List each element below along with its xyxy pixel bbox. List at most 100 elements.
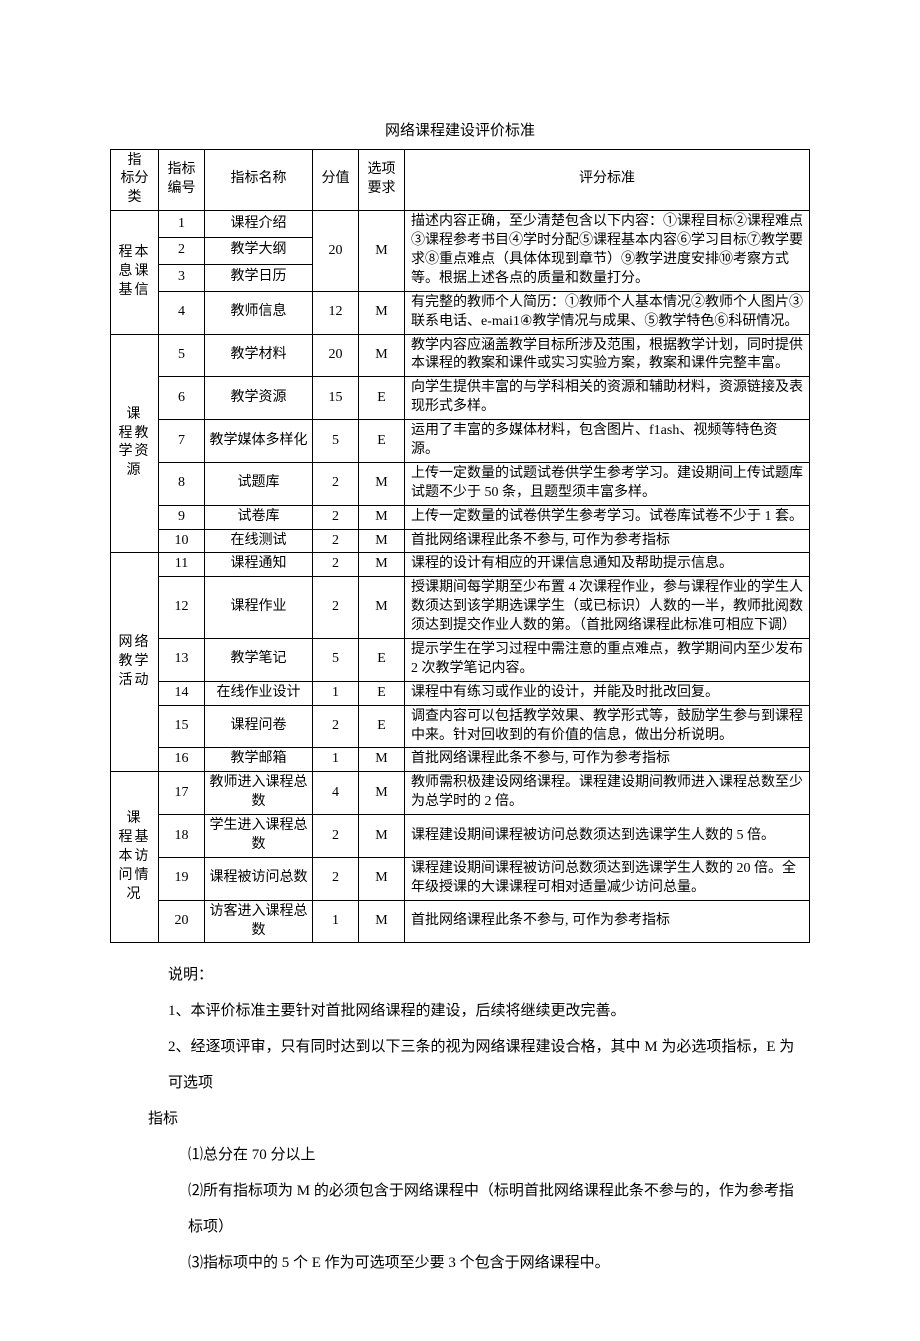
criteria-cell: 上传一定数量的试题试卷供学生参考学习。建设期间上传试题库试题不少于 50 条，且… (405, 462, 810, 505)
name-cell: 教师信息 (205, 291, 313, 334)
num-cell: 17 (159, 772, 205, 815)
opt-cell: M (359, 462, 405, 505)
score-cell: 2 (313, 705, 359, 748)
col-score: 分值 (313, 149, 359, 211)
num-cell: 10 (159, 529, 205, 553)
opt-cell: E (359, 681, 405, 705)
table-row: 13教学笔记5E提示学生在学习过程中需注意的重点难点，教学期间内至少发布 2 次… (111, 638, 810, 681)
num-cell: 16 (159, 748, 205, 772)
score-cell: 1 (313, 748, 359, 772)
criteria-cell: 提示学生在学习过程中需注意的重点难点，教学期间内至少发布 2 次教学笔记内容。 (405, 638, 810, 681)
num-cell: 1 (159, 211, 205, 238)
criteria-cell: 运用了丰富的多媒体材料，包含图片、f1ash、视频等特色资源。 (405, 420, 810, 463)
name-cell: 教师进入课程总数 (205, 772, 313, 815)
opt-cell: M (359, 334, 405, 377)
criteria-cell: 首批网络课程此条不参与, 可作为参考指标 (405, 529, 810, 553)
criteria-cell: 课程建设期间课程被访问总数须达到选课学生人数的 20 倍。全年级授课的大课课程可… (405, 857, 810, 900)
category-cell: 网络教学活动 (111, 553, 159, 772)
table-row: 9试卷库2M上传一定数量的试卷供学生参考学习。试卷库试卷不少于 1 套。 (111, 505, 810, 529)
score-cell: 4 (313, 772, 359, 815)
opt-cell: M (359, 857, 405, 900)
name-cell: 课程作业 (205, 577, 313, 639)
score-cell: 2 (313, 815, 359, 858)
num-cell: 9 (159, 505, 205, 529)
note-sub: ⑶指标项中的 5 个 E 作为可选项至少要 3 个包含于网络课程中。 (168, 1245, 800, 1281)
name-cell: 教学资源 (205, 377, 313, 420)
num-cell: 13 (159, 638, 205, 681)
opt-cell: E (359, 420, 405, 463)
table-row: 课 程基本访问情况17教师进入课程总数4M教师需积极建设网络课程。课程建设期间教… (111, 772, 810, 815)
score-cell: 20 (313, 211, 359, 292)
note-sub: ⑴总分在 70 分以上 (168, 1137, 800, 1173)
table-row: 12课程作业2M授课期间每学期至少布置 4 次课程作业，参与课程作业的学生人数须… (111, 577, 810, 639)
table-row: 19课程被访问总数2M课程建设期间课程被访问总数须达到选课学生人数的 20 倍。… (111, 857, 810, 900)
table-row: 15课程问卷2E调查内容可以包括教学效果、教学形式等，鼓励学生参与到课程中来。针… (111, 705, 810, 748)
criteria-cell: 课程建设期间课程被访问总数须达到选课学生人数的 5 倍。 (405, 815, 810, 858)
name-cell: 教学材料 (205, 334, 313, 377)
page-title: 网络课程建设评价标准 (110, 120, 810, 143)
opt-cell: E (359, 377, 405, 420)
note-line-continuation: 指标 (148, 1101, 800, 1137)
opt-cell: M (359, 748, 405, 772)
category-cell: 程本息课基信 (111, 211, 159, 334)
num-cell: 4 (159, 291, 205, 334)
category-cell: 课 程教学资源 (111, 334, 159, 553)
standards-table: 指 标分类 指标编号 指标名称 分值 选项要求 评分标准 程本息课基信1课程介绍… (110, 149, 810, 944)
notes-section: 说明： 1、本评价标准主要针对首批网络课程的建设，后续将继续更改完善。 2、经逐… (110, 957, 810, 1281)
criteria-cell: 首批网络课程此条不参与, 可作为参考指标 (405, 748, 810, 772)
col-num: 指标编号 (159, 149, 205, 211)
opt-cell: E (359, 638, 405, 681)
criteria-cell: 课程中有练习或作业的设计，并能及时批改回复。 (405, 681, 810, 705)
score-cell: 2 (313, 529, 359, 553)
table-row: 6教学资源15E向学生提供丰富的与学科相关的资源和辅助材料，资源链接及表现形式多… (111, 377, 810, 420)
num-cell: 14 (159, 681, 205, 705)
table-row: 7教学媒体多样化5E运用了丰富的多媒体材料，包含图片、f1ash、视频等特色资源… (111, 420, 810, 463)
table-row: 14在线作业设计1E课程中有练习或作业的设计，并能及时批改回复。 (111, 681, 810, 705)
name-cell: 教学邮箱 (205, 748, 313, 772)
name-cell: 课程介绍 (205, 211, 313, 238)
criteria-cell: 教师需积极建设网络课程。课程建设期间教师进入课程总数至少为总学时的 2 倍。 (405, 772, 810, 815)
table-header-row: 指 标分类 指标编号 指标名称 分值 选项要求 评分标准 (111, 149, 810, 211)
score-cell: 5 (313, 420, 359, 463)
score-cell: 2 (313, 577, 359, 639)
num-cell: 2 (159, 238, 205, 265)
opt-cell: M (359, 815, 405, 858)
score-cell: 2 (313, 505, 359, 529)
table-row: 16教学邮箱1M首批网络课程此条不参与, 可作为参考指标 (111, 748, 810, 772)
score-cell: 15 (313, 377, 359, 420)
num-cell: 7 (159, 420, 205, 463)
table-row: 20访客进入课程总数1M首批网络课程此条不参与, 可作为参考指标 (111, 900, 810, 943)
name-cell: 课程被访问总数 (205, 857, 313, 900)
opt-cell: M (359, 900, 405, 943)
criteria-cell: 首批网络课程此条不参与, 可作为参考指标 (405, 900, 810, 943)
name-cell: 试题库 (205, 462, 313, 505)
name-cell: 教学日历 (205, 264, 313, 291)
opt-cell: M (359, 291, 405, 334)
table-row: 4教师信息12M有完整的教师个人简历：①教师个人基本情况②教师个人图片③联系电话… (111, 291, 810, 334)
criteria-cell: 课程的设计有相应的开课信息通知及帮助提示信息。 (405, 553, 810, 577)
num-cell: 19 (159, 857, 205, 900)
name-cell: 课程通知 (205, 553, 313, 577)
opt-cell: M (359, 529, 405, 553)
score-cell: 12 (313, 291, 359, 334)
opt-cell: M (359, 505, 405, 529)
col-criteria: 评分标准 (405, 149, 810, 211)
name-cell: 在线作业设计 (205, 681, 313, 705)
criteria-cell: 有完整的教师个人简历：①教师个人基本情况②教师个人图片③联系电话、e-mai1④… (405, 291, 810, 334)
name-cell: 学生进入课程总数 (205, 815, 313, 858)
opt-cell: M (359, 553, 405, 577)
num-cell: 5 (159, 334, 205, 377)
note-heading: 说明： (168, 957, 800, 993)
criteria-cell: 上传一定数量的试卷供学生参考学习。试卷库试卷不少于 1 套。 (405, 505, 810, 529)
num-cell: 20 (159, 900, 205, 943)
score-cell: 1 (313, 900, 359, 943)
opt-cell: M (359, 577, 405, 639)
opt-cell: E (359, 705, 405, 748)
criteria-cell: 教学内容应涵盖教学目标所涉及范围，根据教学计划，同时提供本课程的教案和课件或实习… (405, 334, 810, 377)
table-row: 网络教学活动11课程通知2M课程的设计有相应的开课信息通知及帮助提示信息。 (111, 553, 810, 577)
table-row: 10在线测试2M首批网络课程此条不参与, 可作为参考指标 (111, 529, 810, 553)
score-cell: 2 (313, 462, 359, 505)
name-cell: 课程问卷 (205, 705, 313, 748)
score-cell: 2 (313, 553, 359, 577)
criteria-cell: 调查内容可以包括教学效果、教学形式等，鼓励学生参与到课程中来。针对回收到的有价值… (405, 705, 810, 748)
